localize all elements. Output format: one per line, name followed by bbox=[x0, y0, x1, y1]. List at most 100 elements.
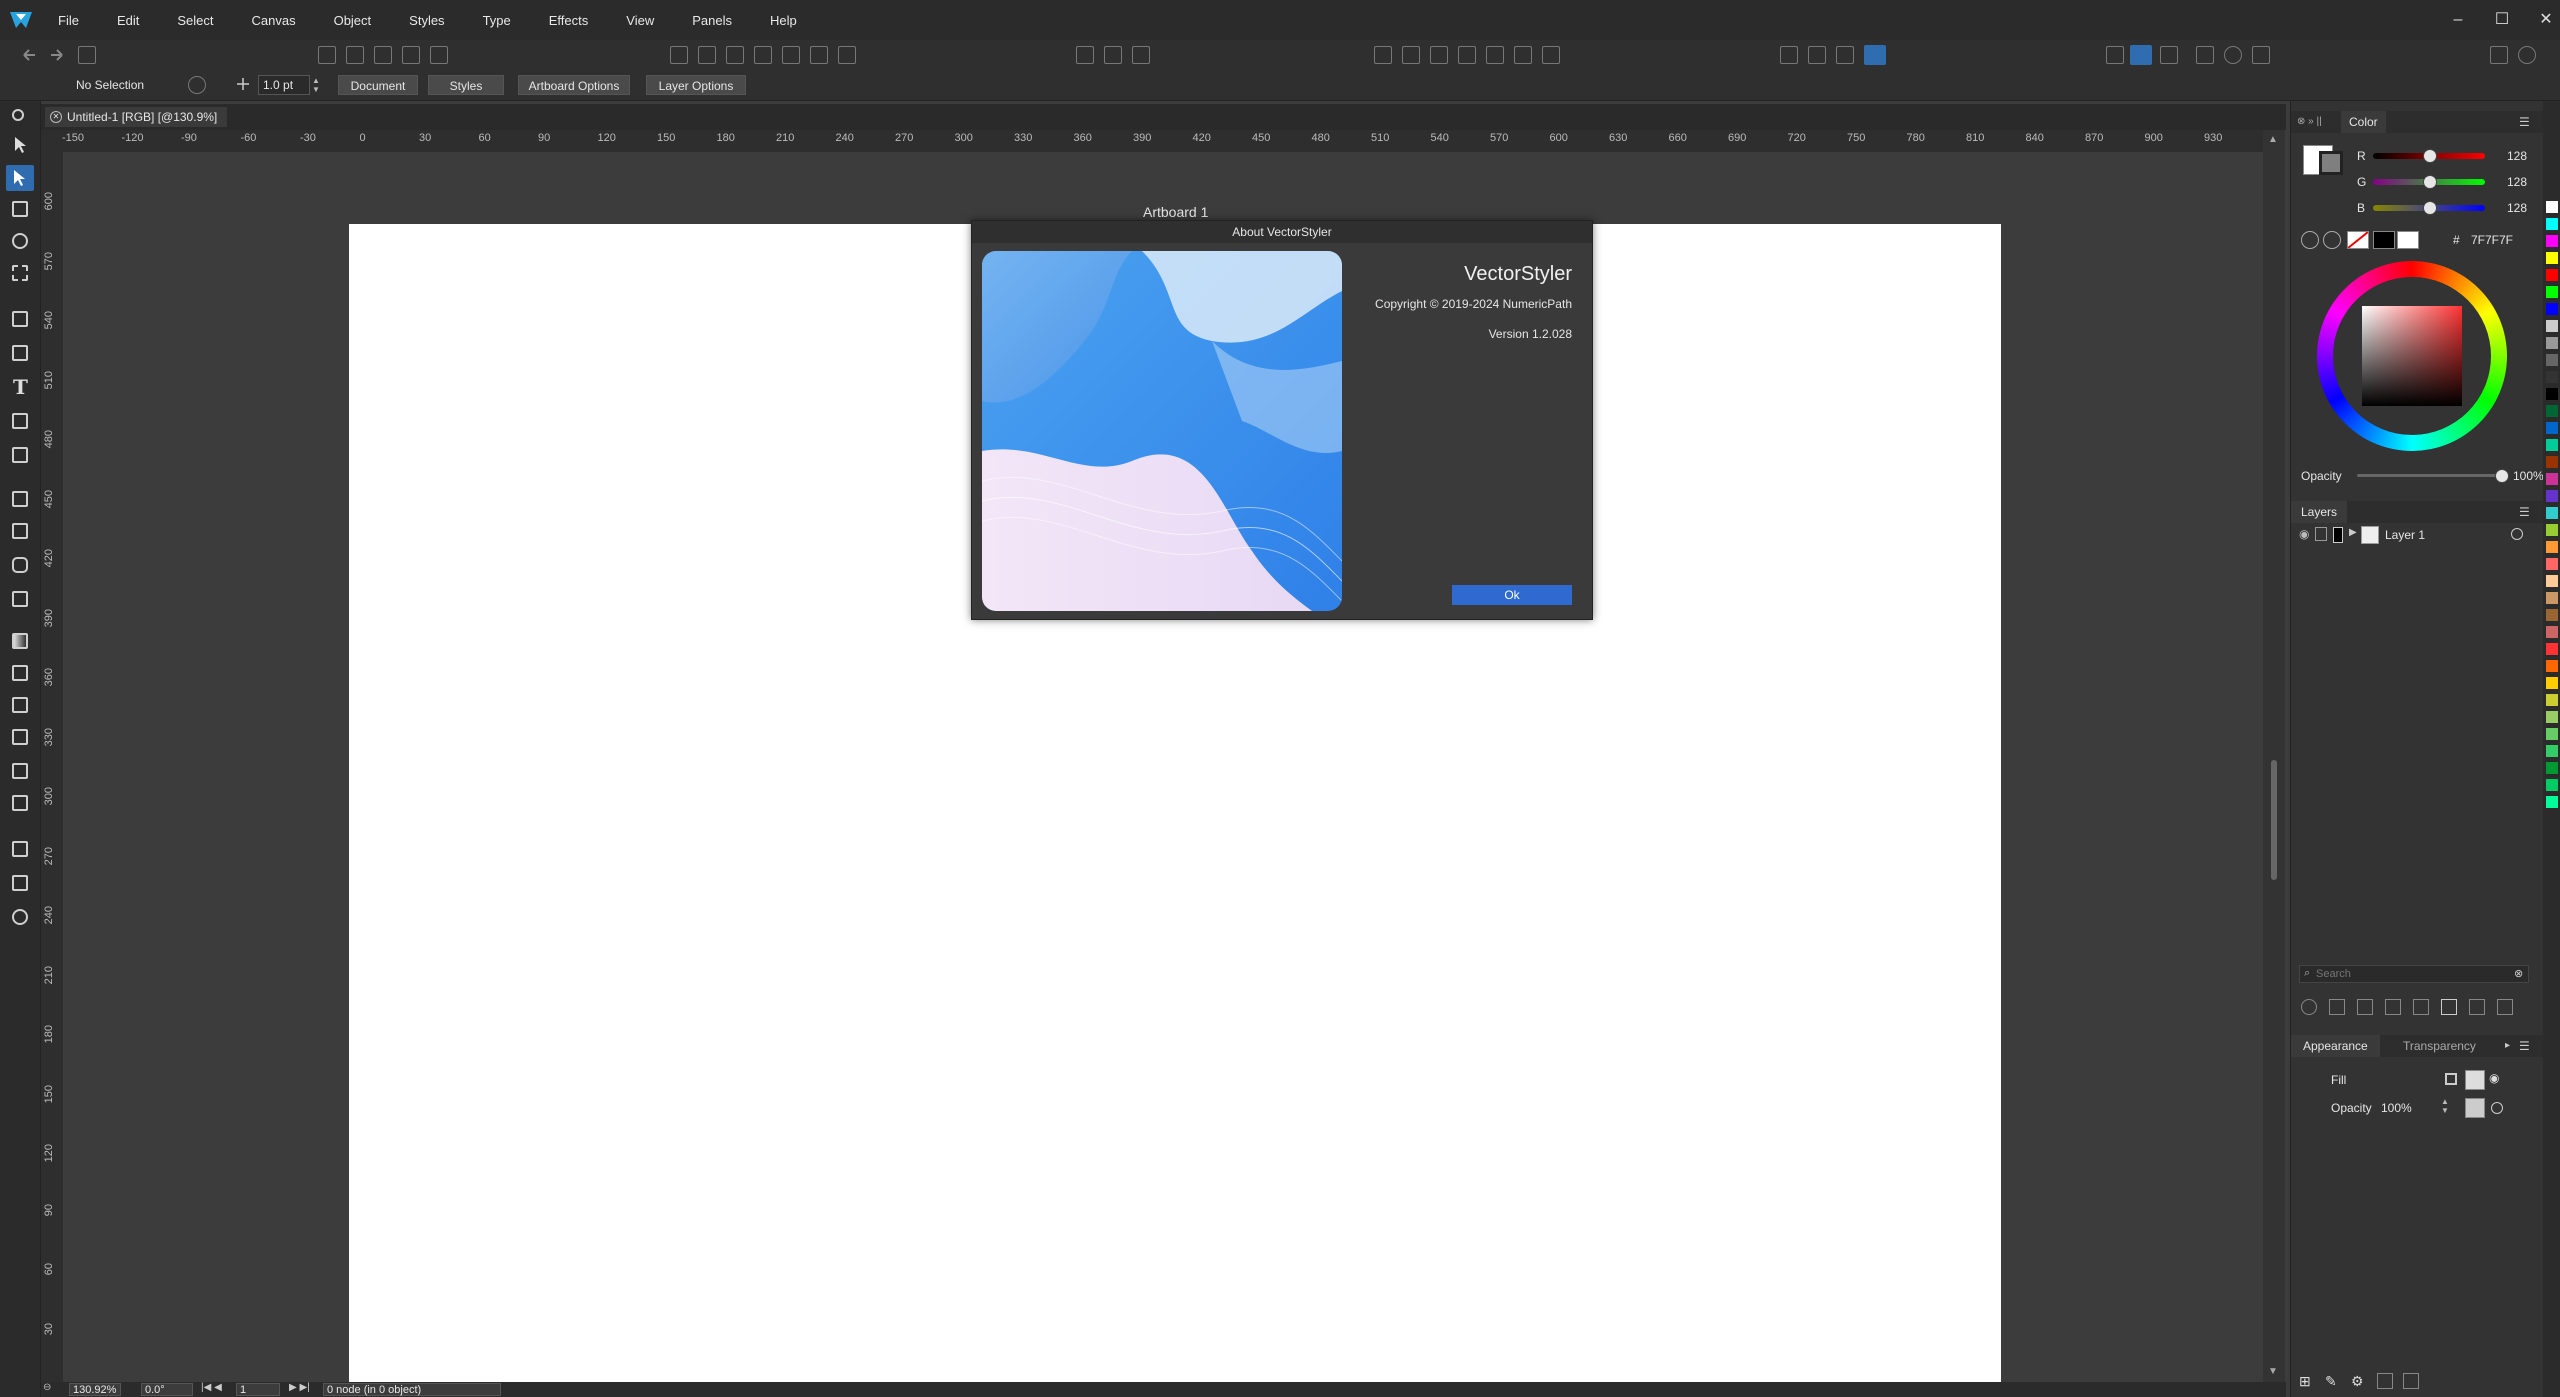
color-swatch[interactable] bbox=[2546, 643, 2558, 655]
appearance-grid-icon[interactable] bbox=[2377, 1373, 2393, 1389]
transform-tool-icon[interactable] bbox=[10, 199, 30, 219]
page-field[interactable]: 1 bbox=[236, 1383, 280, 1396]
last-page-icon[interactable]: ▶ ▶| bbox=[289, 1382, 310, 1393]
divide-icon[interactable] bbox=[782, 46, 800, 64]
eyedropper-tool-icon[interactable] bbox=[10, 839, 30, 859]
transform-icon[interactable] bbox=[402, 46, 420, 64]
color-swatch[interactable] bbox=[2546, 779, 2558, 791]
color-swatch[interactable] bbox=[2546, 422, 2558, 434]
tab-close-icon[interactable]: ✕ bbox=[50, 111, 62, 123]
image-tool-icon[interactable] bbox=[10, 727, 30, 747]
rotate-tool-icon[interactable] bbox=[10, 231, 30, 251]
export-icon[interactable] bbox=[1402, 46, 1420, 64]
selection-tool-icon[interactable] bbox=[10, 135, 30, 155]
opacity-mask-swatch[interactable] bbox=[2465, 1098, 2485, 1118]
snap-to-pixel-icon[interactable] bbox=[2160, 46, 2178, 64]
color-mode-icon[interactable] bbox=[2323, 231, 2341, 249]
color-swatch[interactable] bbox=[2546, 388, 2558, 400]
zoom-field[interactable]: 130.92% bbox=[69, 1383, 121, 1396]
vertical-scrollbar[interactable]: ▲ ▼ bbox=[2263, 130, 2285, 1382]
intersect-icon[interactable] bbox=[726, 46, 744, 64]
crop-icon[interactable] bbox=[2196, 46, 2214, 64]
green-slider-knob[interactable] bbox=[2423, 175, 2437, 189]
white-color-swatch[interactable] bbox=[2397, 231, 2419, 249]
scroll-up-icon[interactable]: ▲ bbox=[2268, 134, 2278, 145]
shape-builder-tool-icon[interactable] bbox=[10, 521, 30, 541]
fill-color-swatch[interactable] bbox=[2465, 1070, 2485, 1090]
color-swatch[interactable] bbox=[2546, 371, 2558, 383]
color-swatch[interactable] bbox=[2546, 405, 2558, 417]
layer-name[interactable]: Layer 1 bbox=[2385, 528, 2425, 542]
snap-icon[interactable] bbox=[2106, 46, 2124, 64]
path-icon[interactable] bbox=[1076, 46, 1094, 64]
layers-search[interactable]: ⌕ ⊗ bbox=[2299, 965, 2529, 983]
merge-icon[interactable] bbox=[838, 46, 856, 64]
appearance-opacity-value[interactable]: 100% bbox=[2381, 1101, 2412, 1115]
knife-tool-icon[interactable] bbox=[10, 445, 30, 465]
preview-mode-icon[interactable] bbox=[1864, 45, 1886, 65]
color-swatch[interactable] bbox=[2546, 677, 2558, 689]
layer-mask-icon[interactable] bbox=[2329, 999, 2345, 1015]
spiral-icon[interactable] bbox=[1132, 46, 1150, 64]
saturation-value-box[interactable] bbox=[2362, 306, 2462, 406]
menu-edit[interactable]: Edit bbox=[117, 13, 139, 28]
shape-tool-icon[interactable] bbox=[10, 555, 30, 575]
view-rotate-tool-icon[interactable] bbox=[10, 907, 30, 927]
color-swatch[interactable] bbox=[2546, 218, 2558, 230]
reflect-icon[interactable] bbox=[430, 46, 448, 64]
layer-group-icon[interactable] bbox=[2357, 999, 2373, 1015]
brush-tool-icon[interactable] bbox=[10, 489, 30, 509]
menu-object[interactable]: Object bbox=[334, 13, 372, 28]
panel-expand-icon[interactable]: ▸ bbox=[2505, 1035, 2510, 1057]
blend-icon[interactable] bbox=[1430, 46, 1448, 64]
search-input[interactable] bbox=[2316, 966, 2496, 982]
search-clear-icon[interactable]: ⊗ bbox=[2514, 967, 2523, 980]
color-swatch[interactable] bbox=[2546, 558, 2558, 570]
layer-target-icon[interactable] bbox=[2511, 528, 2523, 540]
menu-panels[interactable]: Panels bbox=[692, 13, 732, 28]
menu-view[interactable]: View bbox=[626, 13, 654, 28]
color-swatch[interactable] bbox=[2546, 252, 2558, 264]
blue-slider[interactable] bbox=[2373, 201, 2485, 215]
flip-vertical-icon[interactable] bbox=[346, 46, 364, 64]
node-tool-icon[interactable] bbox=[6, 165, 34, 191]
fill-tool-icon[interactable] bbox=[10, 411, 30, 431]
grid-tool-icon[interactable] bbox=[10, 695, 30, 715]
tab-untitled-1[interactable]: ✕ Untitled-1 [RGB] [@130.9%] bbox=[45, 107, 228, 127]
delete-layer-icon[interactable] bbox=[2497, 999, 2513, 1015]
color-swatch[interactable] bbox=[2546, 286, 2558, 298]
color-swatch[interactable] bbox=[2546, 456, 2558, 468]
expand-arrow-icon[interactable]: ▶ bbox=[2349, 527, 2357, 538]
fill-visibility-icon[interactable]: ◉ bbox=[2489, 1071, 2499, 1085]
color-swatch[interactable] bbox=[2546, 439, 2558, 451]
undo-icon[interactable] bbox=[20, 46, 38, 64]
hex-value[interactable]: 7F7F7F bbox=[2471, 233, 2513, 247]
marquee-tool-icon[interactable] bbox=[10, 263, 30, 283]
document-button[interactable]: Document bbox=[338, 75, 418, 95]
opacity-slider-knob[interactable] bbox=[2495, 469, 2509, 483]
black-color-swatch[interactable] bbox=[2373, 231, 2395, 249]
color-swatch[interactable] bbox=[2546, 745, 2558, 757]
color-swatch[interactable] bbox=[2546, 337, 2558, 349]
registration-icon[interactable] bbox=[188, 76, 206, 94]
red-slider-knob[interactable] bbox=[2423, 149, 2437, 163]
artboard-label[interactable]: Artboard 1 bbox=[1143, 204, 1208, 220]
menu-effects[interactable]: Effects bbox=[549, 13, 589, 28]
opacity-value[interactable]: 100% bbox=[2513, 469, 2544, 483]
maximize-button[interactable]: ☐ bbox=[2492, 10, 2512, 30]
color-swatch[interactable] bbox=[2546, 694, 2558, 706]
symbol-tool-icon[interactable] bbox=[10, 793, 30, 813]
align-center-icon[interactable] bbox=[1542, 46, 1560, 64]
ok-button[interactable]: Ok bbox=[1452, 585, 1572, 605]
text-tool-icon[interactable]: T bbox=[10, 375, 30, 399]
inspect-icon[interactable] bbox=[2252, 46, 2270, 64]
color-swatch[interactable] bbox=[2546, 609, 2558, 621]
color-swatch[interactable] bbox=[2546, 592, 2558, 604]
trim-icon[interactable] bbox=[810, 46, 828, 64]
color-swatch[interactable] bbox=[2546, 711, 2558, 723]
layer-camera-icon[interactable] bbox=[2413, 999, 2429, 1015]
styles-button[interactable]: Styles bbox=[428, 75, 504, 95]
menu-help[interactable]: Help bbox=[770, 13, 797, 28]
color-swatch[interactable] bbox=[2546, 320, 2558, 332]
red-slider[interactable] bbox=[2373, 149, 2485, 163]
